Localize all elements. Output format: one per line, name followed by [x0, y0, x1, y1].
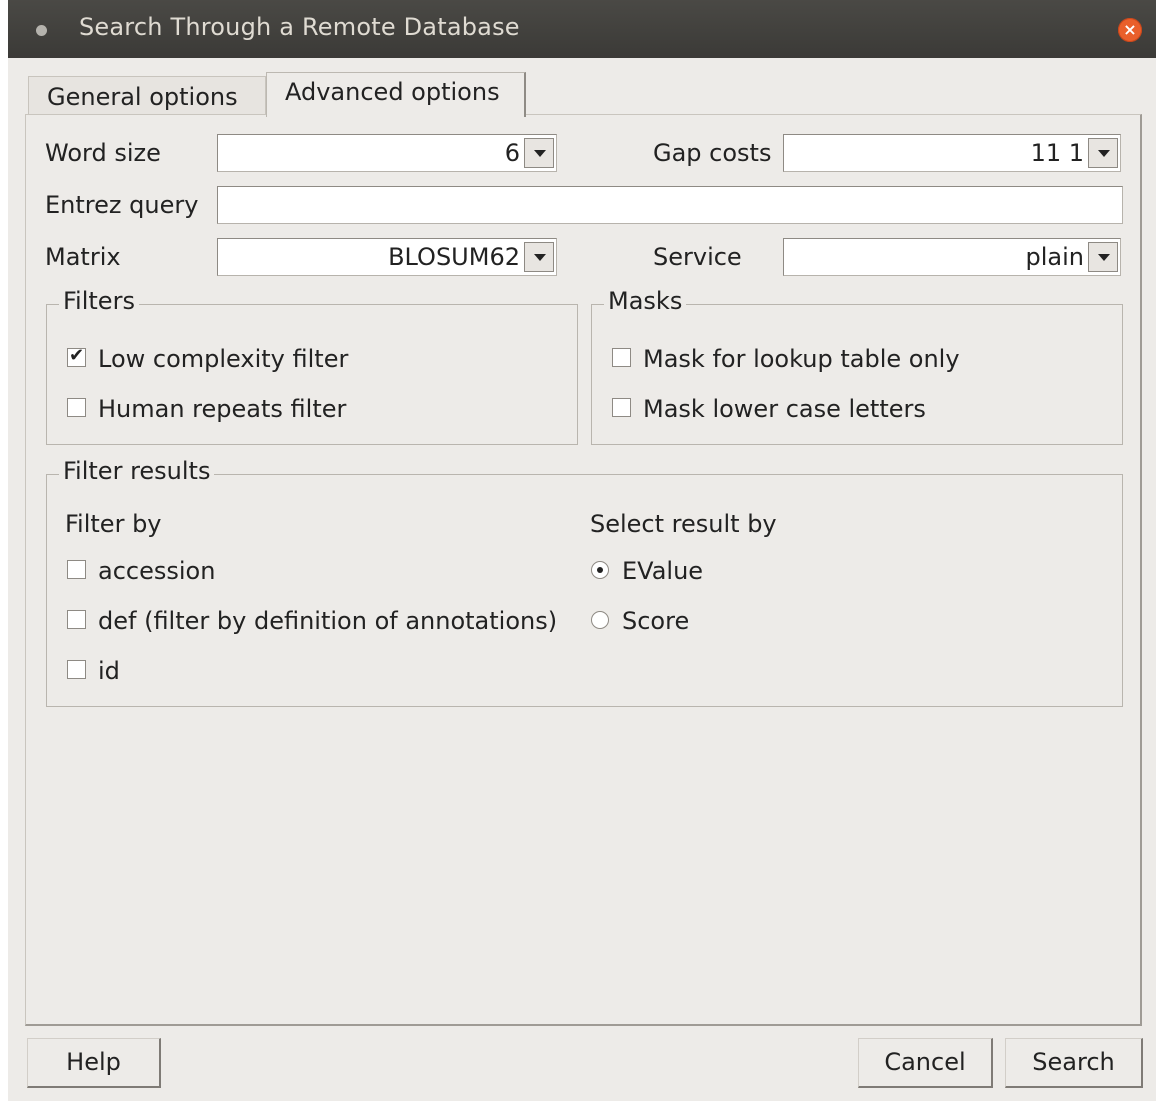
mask-lower-case-checkbox[interactable] — [612, 398, 631, 417]
search-button[interactable]: Search — [1005, 1038, 1143, 1088]
mask-lookup-table-checkbox[interactable] — [612, 348, 631, 367]
entrez-query-input[interactable] — [217, 186, 1123, 224]
cancel-button[interactable]: Cancel — [858, 1038, 993, 1088]
filter-results-group-title: Filter results — [59, 457, 215, 485]
advanced-options-panel: Word size 6 Gap costs 11 1 Entrez query … — [25, 114, 1142, 1026]
evalue-label: EValue — [622, 557, 704, 585]
word-size-label: Word size — [45, 139, 161, 167]
masks-group: Masks Mask for lookup table only Mask lo… — [591, 287, 1123, 445]
score-radio[interactable] — [591, 611, 609, 629]
service-value: plain — [1025, 243, 1085, 271]
service-combo[interactable]: plain — [783, 238, 1121, 276]
gap-costs-combo[interactable]: 11 1 — [783, 134, 1121, 172]
chevron-down-icon[interactable] — [524, 242, 554, 272]
word-size-value: 6 — [504, 139, 520, 167]
matrix-label: Matrix — [45, 243, 121, 271]
chevron-down-icon[interactable] — [1088, 242, 1118, 272]
tab-general-options-label: General options — [47, 83, 238, 111]
filter-by-label: Filter by — [65, 510, 162, 538]
gap-costs-label: Gap costs — [653, 139, 772, 167]
tab-general-options[interactable]: General options — [28, 76, 266, 116]
entrez-query-label: Entrez query — [45, 191, 199, 219]
accession-checkbox[interactable] — [67, 560, 86, 579]
title-bar: Search Through a Remote Database × — [8, 0, 1156, 58]
select-result-by-label: Select result by — [590, 510, 777, 538]
evalue-radio[interactable] — [591, 561, 609, 579]
close-button[interactable]: × — [1118, 18, 1142, 42]
filter-results-group: Filter results Filter by accession def (… — [46, 457, 1123, 707]
id-label: id — [98, 657, 120, 685]
definition-label: def (filter by definition of annotations… — [98, 607, 558, 635]
matrix-value: BLOSUM62 — [388, 243, 520, 271]
help-button[interactable]: Help — [27, 1038, 161, 1088]
chevron-down-icon[interactable] — [524, 138, 554, 168]
id-checkbox[interactable] — [67, 660, 86, 679]
dialog-window: Search Through a Remote Database × Gener… — [8, 0, 1156, 1101]
matrix-combo[interactable]: BLOSUM62 — [217, 238, 557, 276]
score-label: Score — [622, 607, 690, 635]
human-repeats-filter-checkbox[interactable] — [67, 398, 86, 417]
low-complexity-filter-label: Low complexity filter — [98, 345, 349, 373]
chevron-down-icon[interactable] — [1088, 138, 1118, 168]
low-complexity-filter-checkbox[interactable] — [67, 345, 86, 367]
definition-checkbox[interactable] — [67, 610, 86, 629]
tab-advanced-options-label: Advanced options — [285, 78, 500, 106]
service-label: Service — [653, 243, 742, 271]
window-menu-icon[interactable] — [36, 25, 47, 36]
window-title: Search Through a Remote Database — [79, 13, 520, 41]
tab-advanced-options[interactable]: Advanced options — [266, 72, 526, 117]
word-size-combo[interactable]: 6 — [217, 134, 557, 172]
mask-lower-case-label: Mask lower case letters — [643, 395, 926, 423]
filters-group: Filters Low complexity filter Human repe… — [46, 287, 578, 445]
masks-group-title: Masks — [604, 287, 687, 315]
accession-label: accession — [98, 557, 216, 585]
mask-lookup-table-label: Mask for lookup table only — [643, 345, 960, 373]
filters-group-title: Filters — [59, 287, 139, 315]
gap-costs-value: 11 1 — [1030, 139, 1084, 167]
human-repeats-filter-label: Human repeats filter — [98, 395, 347, 423]
